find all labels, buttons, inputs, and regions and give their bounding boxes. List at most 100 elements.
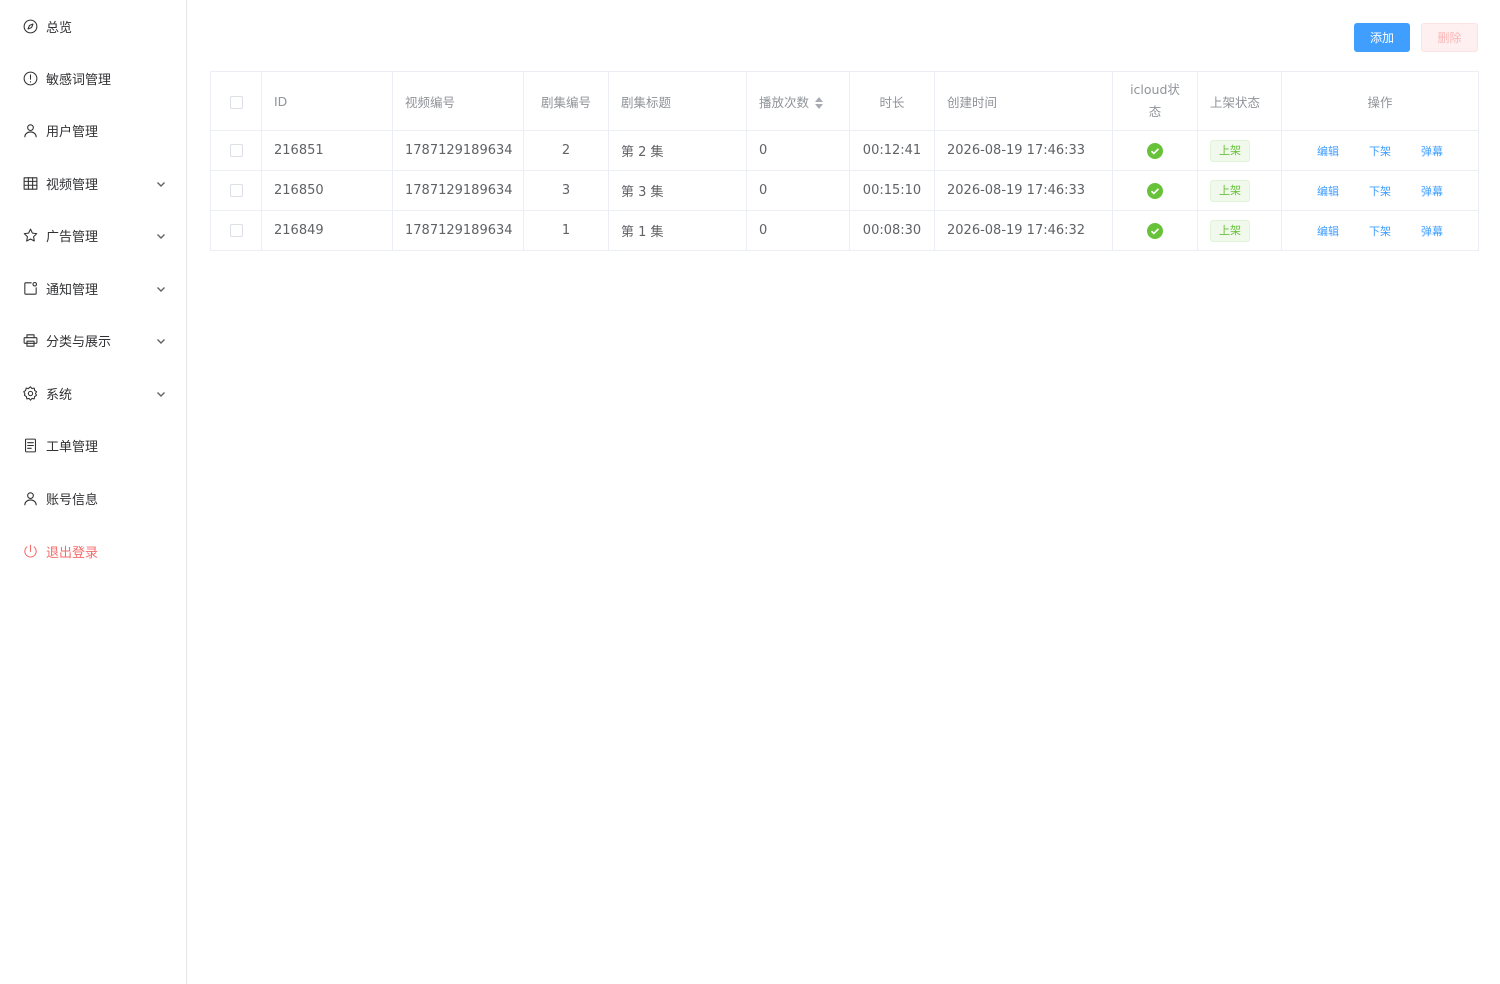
edit-link[interactable]: 编辑 (1317, 223, 1339, 239)
sidebar-item-label: 总览 (46, 20, 73, 36)
column-header-shelf-status: 上架状态 (1197, 71, 1282, 131)
status-badge: 上架 (1210, 179, 1250, 202)
chevron-down-icon (156, 230, 166, 240)
printer-icon (21, 331, 39, 349)
cell-id: 216849 (261, 210, 393, 251)
cell-shelf-status: 上架 (1197, 210, 1282, 251)
status-badge: 上架 (1210, 139, 1250, 162)
row-checkbox[interactable] (229, 224, 243, 237)
chevron-down-icon (156, 283, 166, 293)
sidebar-item-label: 广告管理 (46, 229, 99, 245)
sidebar-item-overview[interactable]: 总览 (0, 0, 186, 52)
sidebar-item-label: 分类与展示 (46, 334, 112, 350)
cell-episode-no: 1 (523, 210, 609, 251)
sort-icon[interactable] (815, 97, 824, 109)
cell-play-count: 0 (746, 210, 850, 251)
sidebar-item-categories[interactable]: 分类与展示 (0, 314, 186, 366)
column-header-play-count[interactable]: 播放次数 (746, 71, 850, 131)
table-header-row: ID 视频编号 剧集编号 剧集标题 播放次数 时长 创建时间 icloud状态 … (210, 71, 1479, 131)
check-circle-icon (1147, 222, 1163, 239)
compass-icon (21, 17, 39, 35)
cell-shelf-status: 上架 (1197, 170, 1282, 211)
row-select-cell (210, 170, 262, 211)
cell-video-no: 1787129189634 (392, 130, 524, 171)
document-icon (21, 436, 39, 454)
column-header-duration: 时长 (849, 71, 935, 131)
sidebar-item-label: 账号信息 (46, 492, 99, 508)
danmaku-link[interactable]: 弹幕 (1421, 183, 1443, 199)
danmaku-link[interactable]: 弹幕 (1421, 223, 1443, 239)
sidebar-item-ads[interactable]: 广告管理 (0, 209, 186, 261)
cell-shelf-status: 上架 (1197, 130, 1282, 171)
unpublish-link[interactable]: 下架 (1369, 183, 1391, 199)
cell-duration: 00:08:30 (849, 210, 935, 251)
sidebar-item-label: 视频管理 (46, 177, 99, 193)
cell-id: 216851 (261, 130, 393, 171)
cell-actions: 编辑 下架 弹幕 (1281, 210, 1479, 251)
sidebar-item-label: 退出登录 (46, 545, 99, 561)
cell-video-no: 1787129189634 (392, 170, 524, 211)
sidebar-item-label: 敏感词管理 (46, 72, 112, 88)
sidebar-item-label: 用户管理 (46, 124, 99, 140)
notification-icon (21, 279, 39, 297)
column-header-episode-title: 剧集标题 (608, 71, 747, 131)
sidebar-item-system[interactable]: 系统 (0, 367, 186, 419)
sidebar-item-notifications[interactable]: 通知管理 (0, 262, 186, 314)
cell-actions: 编辑 下架 弹幕 (1281, 130, 1479, 171)
add-button[interactable]: 添加 (1354, 23, 1410, 52)
cell-actions: 编辑 下架 弹幕 (1281, 170, 1479, 211)
star-icon (21, 226, 39, 244)
chevron-down-icon (156, 335, 166, 345)
check-circle-icon (1147, 142, 1163, 159)
gear-icon (21, 384, 39, 402)
cell-episode-no: 2 (523, 130, 609, 171)
delete-button[interactable]: 删除 (1421, 23, 1478, 52)
unpublish-link[interactable]: 下架 (1369, 143, 1391, 159)
row-checkbox[interactable] (229, 144, 243, 157)
chevron-down-icon (156, 178, 166, 188)
column-header-play-count-label: 播放次数 (759, 94, 810, 110)
edit-link[interactable]: 编辑 (1317, 143, 1339, 159)
cell-episode-title: 第 1 集 (608, 210, 747, 251)
sidebar-item-tickets[interactable]: 工单管理 (0, 419, 186, 471)
cell-created-at: 2026-08-19 17:46:33 (934, 170, 1113, 211)
cell-episode-no: 3 (523, 170, 609, 211)
row-select-cell (210, 210, 262, 251)
column-header-episode-no: 剧集编号 (523, 71, 609, 131)
sidebar-item-users[interactable]: 用户管理 (0, 104, 186, 156)
sidebar-item-label: 通知管理 (46, 282, 99, 298)
table-row: 216849 1787129189634 1 第 1 集 0 00:08:30 … (210, 210, 1479, 251)
alert-circle-icon (21, 69, 39, 87)
sidebar-item-account[interactable]: 账号信息 (0, 472, 186, 524)
cell-created-at: 2026-08-19 17:46:32 (934, 210, 1113, 251)
sidebar-item-label: 系统 (46, 387, 73, 403)
select-all-checkbox[interactable] (229, 95, 243, 109)
cell-icloud-status (1112, 210, 1198, 251)
user-icon (21, 121, 39, 139)
unpublish-link[interactable]: 下架 (1369, 223, 1391, 239)
column-header-actions: 操作 (1281, 71, 1479, 131)
table-row: 216850 1787129189634 3 第 3 集 0 00:15:10 … (210, 170, 1479, 211)
edit-link[interactable]: 编辑 (1317, 183, 1339, 199)
column-header-icloud-status: icloud状态 (1112, 71, 1198, 131)
sidebar-item-videos[interactable]: 视频管理 (0, 157, 186, 209)
cell-created-at: 2026-08-19 17:46:33 (934, 130, 1113, 171)
power-icon (21, 542, 39, 560)
row-checkbox[interactable] (229, 184, 243, 197)
cell-duration: 00:12:41 (849, 130, 935, 171)
column-header-video-no: 视频编号 (392, 71, 524, 131)
user-icon (21, 489, 39, 507)
cell-duration: 00:15:10 (849, 170, 935, 211)
cell-video-no: 1787129189634 (392, 210, 524, 251)
sidebar-item-sensitive-words[interactable]: 敏感词管理 (0, 52, 186, 104)
column-header-created-at: 创建时间 (934, 71, 1113, 131)
episodes-table: ID 视频编号 剧集编号 剧集标题 播放次数 时长 创建时间 icloud状态 … (210, 71, 1479, 251)
table-row: 216851 1787129189634 2 第 2 集 0 00:12:41 … (210, 130, 1479, 171)
danmaku-link[interactable]: 弹幕 (1421, 143, 1443, 159)
cell-play-count: 0 (746, 170, 850, 211)
grid-icon (21, 174, 39, 192)
cell-icloud-status (1112, 130, 1198, 171)
sidebar-item-logout[interactable]: 退出登录 (0, 525, 186, 577)
sidebar-item-label: 工单管理 (46, 439, 99, 455)
select-all-cell (210, 71, 262, 131)
